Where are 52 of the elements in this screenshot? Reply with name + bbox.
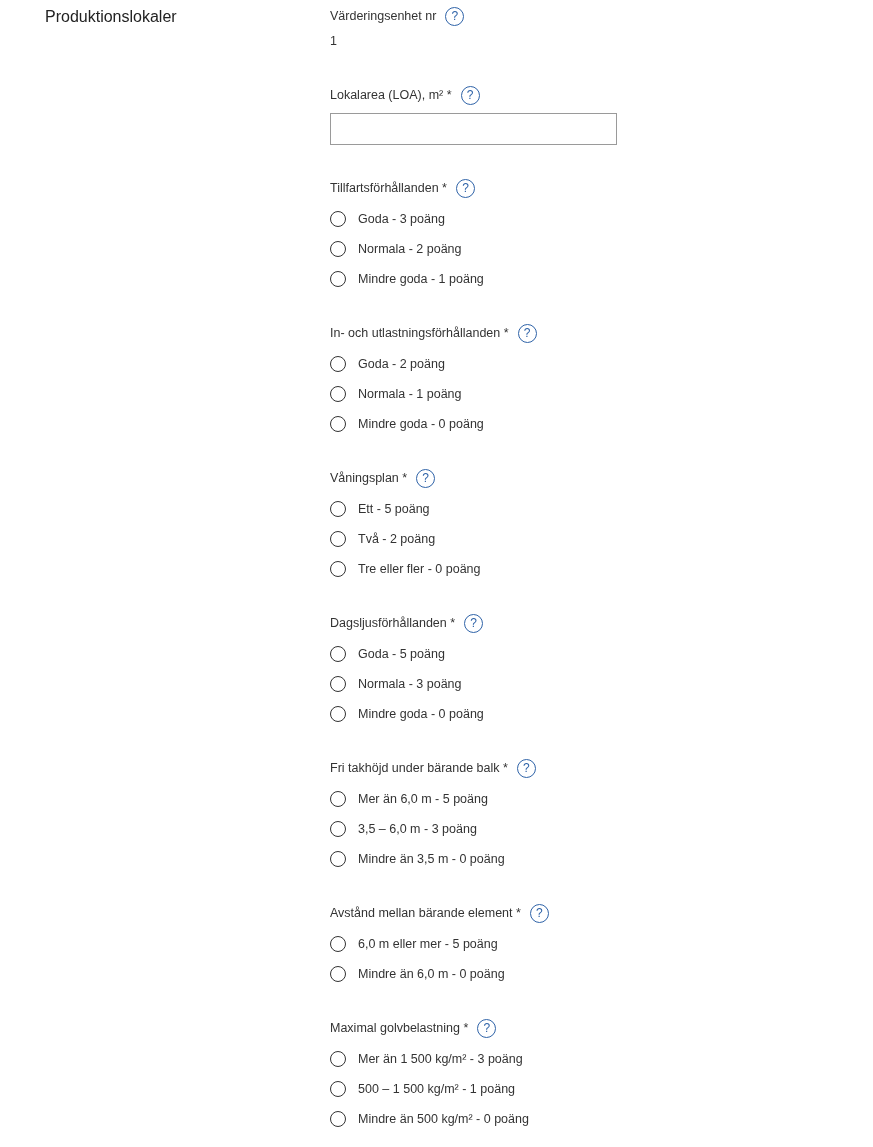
option-label: Goda - 2 poäng xyxy=(358,355,445,373)
option-label: 6,0 m eller mer - 5 poäng xyxy=(358,935,498,953)
radio-button[interactable] xyxy=(330,271,346,287)
radio-button[interactable] xyxy=(330,676,346,692)
radio-button[interactable] xyxy=(330,851,346,867)
option-label: Normala - 3 poäng xyxy=(358,675,462,693)
radio-button[interactable] xyxy=(330,1051,346,1067)
option-label: Mindre goda - 1 poäng xyxy=(358,270,484,288)
option-label: Mer än 1 500 kg/m² - 3 poäng xyxy=(358,1050,523,1068)
field-label: Maximal golvbelastning * xyxy=(330,1019,469,1037)
field-label: Avstånd mellan bärande element * xyxy=(330,904,521,922)
input-field[interactable] xyxy=(330,113,617,145)
option-label: Mindre än 500 kg/m² - 0 poäng xyxy=(358,1110,529,1128)
radio-button[interactable] xyxy=(330,416,346,432)
option-label: Ett - 5 poäng xyxy=(358,500,430,518)
option-label: 3,5 – 6,0 m - 3 poäng xyxy=(358,820,477,838)
radio-button[interactable] xyxy=(330,356,346,372)
radio-button[interactable] xyxy=(330,936,346,952)
radio-button[interactable] xyxy=(330,386,346,402)
option-label: Två - 2 poäng xyxy=(358,530,436,548)
option-label: Normala - 2 poäng xyxy=(358,240,462,258)
section-title: Produktionslokaler xyxy=(45,7,178,27)
option-label: Mer än 6,0 m - 5 poäng xyxy=(358,790,488,808)
radio-button[interactable] xyxy=(330,791,346,807)
option-label: Goda - 3 poäng xyxy=(358,210,445,228)
field-label: Värderingsenhet nr xyxy=(330,7,437,25)
radio-button[interactable] xyxy=(330,966,346,982)
field-value: 1 xyxy=(330,32,338,50)
option-label: Mindre än 6,0 m - 0 poäng xyxy=(358,965,505,983)
option-label: Normala - 1 poäng xyxy=(358,385,462,403)
field-label: Dagsljusförhållanden * xyxy=(330,614,456,632)
radio-button[interactable] xyxy=(330,706,346,722)
radio-button[interactable] xyxy=(330,561,346,577)
radio-button[interactable] xyxy=(330,1081,346,1097)
option-label: Mindre än 3,5 m - 0 poäng xyxy=(358,850,505,868)
option-label: 500 – 1 500 kg/m² - 1 poäng xyxy=(358,1080,516,1098)
radio-button[interactable] xyxy=(330,211,346,227)
field-label: Tillfartsförhållanden * xyxy=(330,179,447,197)
field-label: Våningsplan * xyxy=(330,469,408,487)
option-label: Goda - 5 poäng xyxy=(358,645,445,663)
radio-button[interactable] xyxy=(330,531,346,547)
radio-button[interactable] xyxy=(330,501,346,517)
radio-button[interactable] xyxy=(330,821,346,837)
option-label: Mindre goda - 0 poäng xyxy=(358,415,484,433)
field-label: Lokalarea (LOA), m² * xyxy=(330,86,452,104)
field-label: In- och utlastningsförhållanden * xyxy=(330,324,509,342)
radio-button[interactable] xyxy=(330,241,346,257)
option-label: Tre eller fler - 0 poäng xyxy=(358,560,481,578)
radio-button[interactable] xyxy=(330,1111,346,1127)
radio-button[interactable] xyxy=(330,646,346,662)
option-label: Mindre goda - 0 poäng xyxy=(358,705,484,723)
field-label: Fri takhöjd under bärande balk * xyxy=(330,759,508,777)
